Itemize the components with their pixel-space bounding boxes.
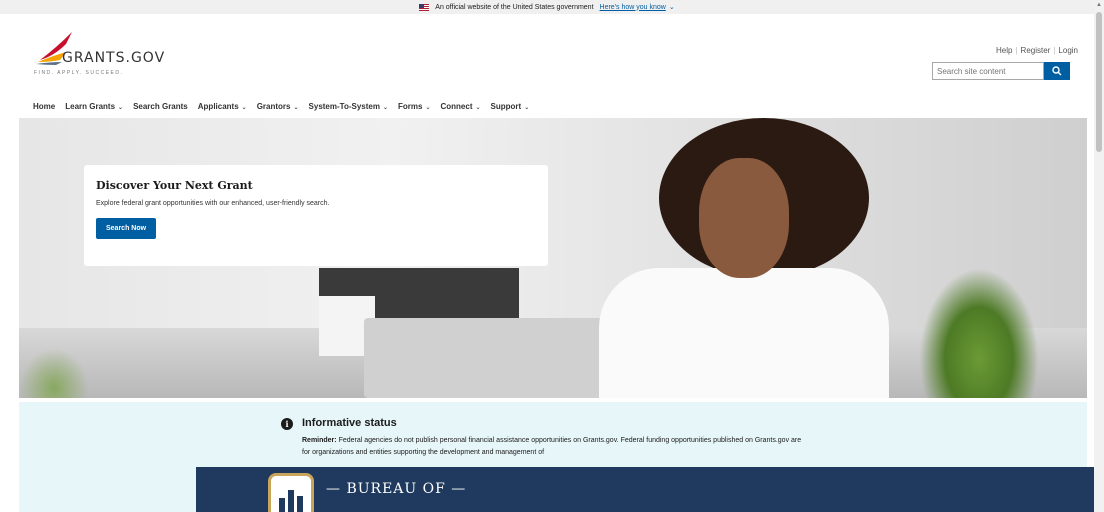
us-flag-icon: [419, 3, 430, 11]
page-scrollbar[interactable]: ▲: [1094, 0, 1104, 512]
bureau-banner: — BUREAU OF —: [196, 467, 1104, 512]
utility-links: Help | Register | Login: [996, 46, 1078, 55]
chevron-down-icon: ⌄: [293, 104, 299, 111]
status-text: Reminder: Federal agencies do not publis…: [302, 435, 802, 459]
nav-label: Grantors: [256, 101, 291, 111]
login-link[interactable]: Login: [1058, 46, 1078, 55]
hero-title: Discover Your Next Grant: [96, 179, 253, 192]
nav-label: Learn Grants: [65, 101, 116, 111]
heres-how-you-know-link[interactable]: Here's how you know: [600, 4, 666, 11]
logo-wordmark: GRANTS.GOV: [62, 50, 166, 66]
hero-card: Discover Your Next Grant Explore federal…: [84, 165, 548, 266]
hero-photo-person-shirt: [599, 268, 889, 398]
nav-item-learn-grants[interactable]: Learn Grants ⌄: [65, 102, 123, 111]
gov-banner: An official website of the United States…: [0, 0, 1094, 14]
nav-label: Support: [490, 101, 522, 111]
chevron-down-icon: ⌄: [524, 104, 530, 111]
divider: |: [1053, 46, 1056, 55]
main-nav: Home Learn Grants ⌄ Search Grants Applica…: [0, 94, 1094, 118]
scroll-up-icon[interactable]: ▲: [1094, 0, 1104, 10]
nav-item-connect[interactable]: Connect ⌄: [440, 102, 480, 111]
nav-label: Forms: [398, 101, 423, 111]
divider: |: [1015, 46, 1018, 55]
gov-banner-text: An official website of the United States…: [435, 3, 594, 11]
hero-text: Explore federal grant opportunities with…: [96, 200, 330, 207]
nav-item-search-grants[interactable]: Search Grants: [133, 102, 188, 111]
nav-label: System-To-System: [308, 101, 380, 111]
nav-label: Connect: [440, 101, 473, 111]
chevron-down-icon: ⌄: [475, 104, 481, 111]
site-header: GRANTS.GOV FIND. APPLY. SUCCEED. Help | Re…: [0, 14, 1094, 94]
chevron-down-icon: ⌄: [425, 104, 431, 111]
hero-photo-person-face: [699, 158, 789, 278]
search-button[interactable]: [1044, 62, 1070, 80]
nav-label: Home: [33, 101, 56, 111]
nav-item-support[interactable]: Support ⌄: [491, 102, 530, 111]
nav-item-system-to-system[interactable]: System-To-System ⌄: [309, 102, 388, 111]
nav-item-grantors[interactable]: Grantors ⌄: [257, 102, 299, 111]
nav-item-forms[interactable]: Forms ⌄: [398, 102, 430, 111]
status-title: Informative status: [302, 417, 397, 429]
hero-photo-plant-left: [19, 348, 89, 398]
status-body: Federal agencies do not publish personal…: [302, 437, 802, 456]
search-icon: [1052, 66, 1062, 76]
chevron-down-icon: ⌄: [241, 104, 247, 111]
nav-label: Search Grants: [133, 101, 188, 111]
info-icon: i: [281, 418, 293, 430]
nav-label: Applicants: [197, 101, 239, 111]
register-link[interactable]: Register: [1021, 46, 1051, 55]
chevron-down-icon: ⌄: [382, 104, 388, 111]
status-reminder-label: Reminder:: [302, 437, 337, 444]
grants-gov-logo[interactable]: GRANTS.GOV FIND. APPLY. SUCCEED.: [34, 30, 214, 82]
logo-tagline: FIND. APPLY. SUCCEED.: [34, 70, 124, 76]
bureau-seal-icon: [268, 473, 314, 512]
chevron-down-icon: ⌄: [118, 104, 124, 111]
search-now-button[interactable]: Search Now: [96, 218, 157, 239]
search-input[interactable]: [932, 62, 1044, 80]
nav-item-home[interactable]: Home: [33, 102, 55, 111]
bureau-label: — BUREAU OF —: [326, 481, 467, 497]
help-link[interactable]: Help: [996, 46, 1012, 55]
scrollbar-thumb[interactable]: [1096, 12, 1102, 152]
site-search: [932, 62, 1070, 80]
hero-photo-plant: [919, 268, 1039, 398]
nav-item-applicants[interactable]: Applicants ⌄: [198, 102, 247, 111]
chevron-down-icon[interactable]: ⌄: [669, 3, 675, 11]
